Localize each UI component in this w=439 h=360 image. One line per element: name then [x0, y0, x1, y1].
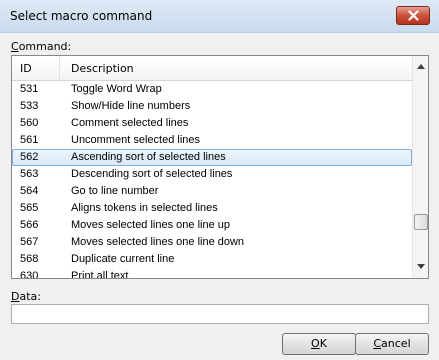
list-item-id: 566 [20, 219, 39, 231]
list-item[interactable]: 563 Descending sort of selected lines [12, 166, 412, 183]
list-rows: 531 Toggle Word Wrap 533 Show/Hide line num… [12, 81, 412, 278]
list-item-id: 565 [20, 202, 39, 214]
list-item[interactable]: 566 Moves selected lines one line up [12, 217, 412, 234]
list-item-description: Print all text [71, 270, 129, 278]
data-input[interactable] [11, 304, 429, 324]
title-bar: Select macro command [0, 0, 439, 33]
list-item[interactable]: 560 Comment selected lines [12, 115, 412, 132]
scroll-up-arrow-icon[interactable] [417, 64, 425, 69]
list-item-id: 561 [20, 134, 39, 146]
list-item[interactable]: 565 Aligns tokens in selected lines [12, 200, 412, 217]
data-label: Data: [11, 290, 41, 303]
list-item-description: Duplicate current line [71, 253, 175, 265]
list-item-id: 562 [20, 151, 39, 163]
list-item-id: 568 [20, 253, 39, 265]
list-item-description: Toggle Word Wrap [71, 83, 162, 95]
list-item-description: Ascending sort of selected lines [71, 151, 226, 163]
list-item-id: 564 [20, 185, 39, 197]
list-item-description: Moves selected lines one line up [71, 219, 230, 231]
cancel-button[interactable]: Cancel [355, 333, 429, 355]
list-item-description: Descending sort of selected lines [71, 168, 233, 180]
scroll-down-arrow-icon[interactable] [417, 264, 425, 269]
command-label: Command: [11, 40, 72, 53]
close-button[interactable] [396, 6, 430, 25]
list-item[interactable]: 562 Ascending sort of selected lines [12, 149, 412, 166]
ok-button[interactable]: OK [282, 333, 356, 355]
list-item-description: Aligns tokens in selected lines [71, 202, 218, 214]
list-item-id: 563 [20, 168, 39, 180]
list-item-id: 630 [20, 270, 39, 278]
list-item[interactable]: 561 Uncomment selected lines [12, 132, 412, 149]
list-item[interactable]: 531 Toggle Word Wrap [12, 81, 412, 98]
list-item[interactable]: 568 Duplicate current line [12, 251, 412, 268]
list-item[interactable]: 630 Print all text [12, 268, 412, 278]
command-list[interactable]: ID Description 531 Toggle Word Wrap 533 Sho… [11, 55, 429, 279]
list-item-id: 533 [20, 100, 39, 112]
window-title: Select macro command [10, 9, 153, 23]
list-item[interactable]: 533 Show/Hide line numbers [12, 98, 412, 115]
list-header: ID Description [12, 56, 412, 81]
list-item-description: Moves selected lines one line down [71, 236, 245, 248]
list-item-description: Show/Hide line numbers [71, 100, 191, 112]
list-item-description: Comment selected lines [71, 117, 189, 129]
macro-command-dialog: Select macro command Command: ID Descrip… [0, 0, 439, 360]
scrollbar-thumb[interactable] [414, 214, 428, 230]
list-item[interactable]: 564 Go to line number [12, 183, 412, 200]
list-item-id: 567 [20, 236, 39, 248]
list-item-description: Go to line number [71, 185, 159, 197]
list-item-description: Uncomment selected lines [71, 134, 201, 146]
close-icon [408, 10, 419, 21]
column-header-id[interactable]: ID [12, 56, 60, 80]
list-item-id: 531 [20, 83, 39, 95]
vertical-scrollbar[interactable] [412, 56, 428, 278]
list-item-id: 560 [20, 117, 39, 129]
list-item[interactable]: 567 Moves selected lines one line down [12, 234, 412, 251]
